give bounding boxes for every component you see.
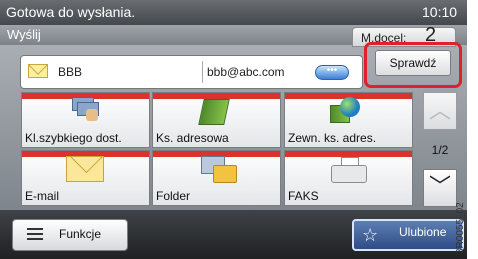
favorites-button[interactable]: ☆ Ulubione [352,219,464,251]
envelope-icon [28,64,48,78]
destination-email: bbb@abc.com [207,65,285,79]
status-message: Gotowa do wysłania. [6,4,136,20]
functions-button[interactable]: Funkcje [12,219,128,251]
tile-fax[interactable]: FAKS [284,150,413,206]
status-bar: Gotowa do wysłania. 10:10 [0,0,467,25]
folder-icon [201,156,237,184]
tile-label: Kl.szybkiego dost. [25,131,122,145]
figure-code: 3R0055_02 [455,202,466,254]
address-book-icon [198,99,231,125]
tile-label: Ks. adresowa [156,131,229,145]
tile-label: Zewn. ks. adres. [288,131,377,145]
tile-label: FAKS [288,189,319,203]
tile-external-address-book[interactable]: Zewn. ks. adres. [284,92,413,148]
status-time: 10:10 [422,4,458,20]
functions-label: Funkcje [59,227,102,241]
scroll-down-button[interactable]: ﹀ [423,169,457,207]
star-icon: ☆ [362,225,379,245]
destination-divider [202,61,203,83]
chat-bubble-icon[interactable]: ••• [315,65,349,80]
external-address-book-icon [330,97,364,123]
tile-folder[interactable]: Folder [152,150,281,206]
list-icon [27,228,43,242]
tile-label: Folder [156,189,191,203]
speed-dial-icon [72,97,100,123]
fax-icon [331,157,367,183]
chevron-up-icon: ︿ [428,98,451,123]
tile-speed-dial[interactable]: Kl.szybkiego dost. [21,92,150,148]
email-icon [66,156,104,182]
scroll-up-button[interactable]: ︿ [423,92,457,130]
tile-email[interactable]: E-mail [21,150,150,206]
touch-panel-screen: Gotowa do wysłania. 10:10 Wyślij M.docel… [0,0,478,259]
destination-entry[interactable]: BBB bbb@abc.com ••• [20,55,363,89]
destination-name: BBB [58,65,83,79]
page-scroller: ︿ 1/2 ﹀ [423,92,457,207]
chevron-down-icon: ﹀ [428,174,451,199]
tile-label: E-mail [25,189,60,203]
page-indicator: 1/2 [431,143,449,157]
tile-address-book[interactable]: Ks. adresowa [152,92,281,148]
screen-title: Wyślij [7,27,41,42]
check-button[interactable]: Sprawdź [375,50,451,76]
favorites-label: Ulubione [399,225,447,239]
